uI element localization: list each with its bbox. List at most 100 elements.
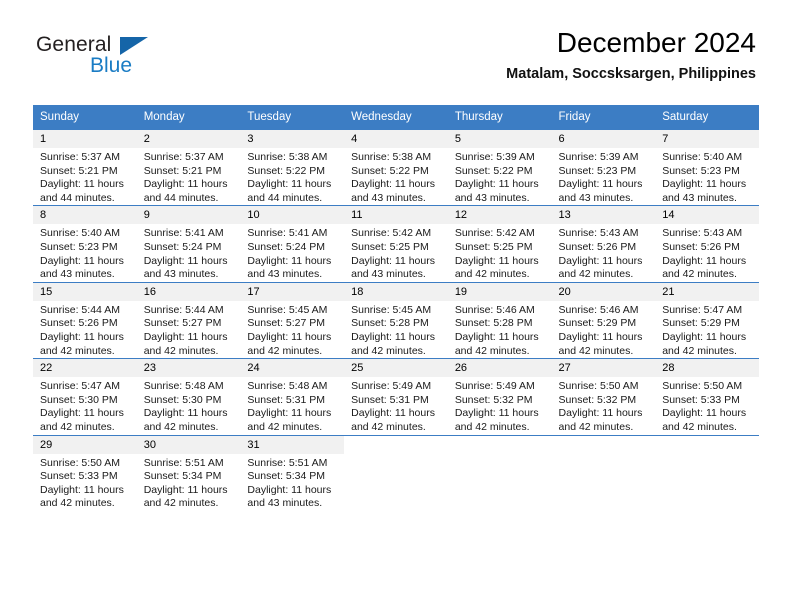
calendar-grid: Sunday Monday Tuesday Wednesday Thursday…: [33, 105, 759, 511]
day-cell[interactable]: 19 Sunrise: 5:46 AM Sunset: 5:28 PM Dayligh…: [447, 281, 552, 359]
sunset-text: Sunset: 5:25 PM: [454, 240, 533, 253]
day-cell[interactable]: 31 Sunrise: 5:51 AM Sunset: 5:34 PM Dayligh…: [240, 434, 345, 511]
day-number: 23: [136, 359, 241, 378]
sunrise-text: Sunrise: 5:46 AM: [558, 303, 639, 316]
day-cell[interactable]: 3 Sunrise: 5:38 AM Sunset: 5:22 PM Daylight…: [240, 128, 345, 206]
week-row: 22 Sunrise: 5:47 AM Sunset: 5:30 PM Dayligh…: [33, 358, 759, 435]
sunset-text: Sunset: 5:22 PM: [351, 164, 429, 177]
daylight-text: Daylight: 11 hours and 42 minutes.: [558, 254, 643, 281]
day-cell[interactable]: 23 Sunrise: 5:48 AM Sunset: 5:30 PM Dayligh…: [136, 358, 241, 435]
sunrise-text: Sunrise: 5:37 AM: [40, 151, 120, 163]
sunrise-text: Sunrise: 5:37 AM: [143, 151, 224, 163]
day-cell[interactable]: 10 Sunrise: 5:41 AM Sunset: 5:24 PM Dayligh…: [240, 205, 345, 283]
sunrise-text: Sunrise: 5:48 AM: [143, 380, 224, 393]
day-cell[interactable]: 22 Sunrise: 5:47 AM Sunset: 5:30 PM Dayligh…: [33, 358, 137, 435]
day-cell[interactable]: 17 Sunrise: 5:45 AM Sunset: 5:27 PM Dayligh…: [240, 281, 345, 359]
day-cell[interactable]: 13 Sunrise: 5:43 AM Sunset: 5:26 PM Dayligh…: [551, 205, 656, 283]
sunset-text: Sunset: 5:30 PM: [143, 393, 222, 406]
daylight-text: Daylight: 11 hours and 43 minutes.: [143, 254, 228, 281]
day-number: 5: [447, 130, 552, 148]
daylight-text: Daylight: 11 hours and 43 minutes.: [40, 254, 124, 281]
day-cell[interactable]: 7 Sunrise: 5:40 AM Sunset: 5:23 PM Daylight…: [655, 128, 759, 206]
day-cell[interactable]: 8 Sunrise: 5:40 AM Sunset: 5:23 PM Daylight…: [33, 205, 137, 283]
daylight-text: Daylight: 11 hours and 43 minutes.: [247, 483, 332, 510]
day-number: 18: [344, 282, 448, 301]
sunset-text: Sunset: 5:23 PM: [40, 240, 118, 253]
sunset-text: Sunset: 5:27 PM: [247, 317, 326, 330]
sunrise-text: Sunrise: 5:42 AM: [454, 227, 535, 240]
day-number: 7: [655, 130, 759, 148]
daylight-text: Daylight: 11 hours and 42 minutes.: [40, 407, 124, 433]
day-cell-empty: [551, 434, 656, 511]
day-cell[interactable]: 24 Sunrise: 5:48 AM Sunset: 5:31 PM Dayligh…: [240, 358, 345, 435]
day-cell[interactable]: 6 Sunrise: 5:39 AM Sunset: 5:23 PM Daylight…: [551, 128, 656, 206]
day-cell[interactable]: 11 Sunrise: 5:42 AM Sunset: 5:25 PM Dayligh…: [344, 205, 448, 283]
weekday-header-row: Sunday Monday Tuesday Wednesday Thursday…: [33, 105, 759, 130]
weekday-header-friday: Friday: [551, 105, 656, 130]
week-row: 29 Sunrise: 5:50 AM Sunset: 5:33 PM Dayligh…: [33, 434, 759, 511]
day-cell[interactable]: 27 Sunrise: 5:50 AM Sunset: 5:32 PM Dayligh…: [551, 358, 656, 435]
day-cell[interactable]: 29 Sunrise: 5:50 AM Sunset: 5:33 PM Dayligh…: [33, 434, 137, 511]
day-cell[interactable]: 21 Sunrise: 5:47 AM Sunset: 5:29 PM Dayligh…: [655, 281, 759, 359]
day-cell[interactable]: 9 Sunrise: 5:41 AM Sunset: 5:24 PM Daylight…: [136, 205, 241, 283]
sunrise-text: Sunrise: 5:45 AM: [351, 303, 432, 316]
day-number: 6: [551, 130, 656, 148]
day-cell[interactable]: 4 Sunrise: 5:38 AM Sunset: 5:22 PM Daylight…: [344, 128, 448, 206]
calendar-body: 1 Sunrise: 5:37 AM Sunset: 5:21 PM Daylight…: [33, 128, 759, 511]
day-cell[interactable]: 28 Sunrise: 5:50 AM Sunset: 5:33 PM Dayligh…: [655, 358, 759, 435]
day-cell[interactable]: 18 Sunrise: 5:45 AM Sunset: 5:28 PM Dayligh…: [344, 281, 448, 359]
sunset-text: Sunset: 5:22 PM: [247, 164, 326, 177]
sunset-text: Sunset: 5:29 PM: [662, 317, 740, 330]
sunrise-text: Sunrise: 5:43 AM: [662, 227, 743, 240]
day-cell[interactable]: 16 Sunrise: 5:44 AM Sunset: 5:27 PM Dayligh…: [136, 281, 241, 359]
day-cell[interactable]: 2 Sunrise: 5:37 AM Sunset: 5:21 PM Daylight…: [136, 128, 241, 206]
daylight-text: Daylight: 11 hours and 42 minutes.: [454, 254, 539, 281]
daylight-text: Daylight: 11 hours and 43 minutes.: [351, 178, 435, 204]
day-cell[interactable]: 1 Sunrise: 5:37 AM Sunset: 5:21 PM Daylight…: [33, 128, 137, 206]
daylight-text: Daylight: 11 hours and 43 minutes.: [662, 178, 747, 204]
day-number: 4: [344, 130, 448, 148]
sunset-text: Sunset: 5:26 PM: [558, 240, 637, 253]
sunset-text: Sunset: 5:29 PM: [558, 317, 637, 330]
sunset-text: Sunset: 5:26 PM: [40, 317, 118, 330]
day-number: 8: [33, 206, 137, 225]
week-row: 15 Sunrise: 5:44 AM Sunset: 5:26 PM Dayligh…: [33, 281, 759, 359]
sunrise-text: Sunrise: 5:51 AM: [143, 456, 224, 469]
day-number: 12: [447, 206, 552, 225]
sunset-text: Sunset: 5:34 PM: [143, 470, 222, 483]
brand-logo[interactable]: General Blue: [36, 33, 236, 85]
day-cell[interactable]: 15 Sunrise: 5:44 AM Sunset: 5:26 PM Dayligh…: [33, 281, 137, 359]
daylight-text: Daylight: 11 hours and 44 minutes.: [247, 178, 332, 204]
daylight-text: Daylight: 11 hours and 42 minutes.: [351, 330, 435, 357]
day-number: 13: [551, 206, 656, 225]
day-cell[interactable]: 5 Sunrise: 5:39 AM Sunset: 5:22 PM Daylight…: [447, 128, 552, 206]
daylight-text: Daylight: 11 hours and 42 minutes.: [558, 407, 643, 433]
day-number: 29: [33, 435, 137, 454]
day-cell[interactable]: 12 Sunrise: 5:42 AM Sunset: 5:25 PM Dayligh…: [447, 205, 552, 283]
triangle-icon: [120, 37, 148, 55]
sunrise-text: Sunrise: 5:41 AM: [143, 227, 224, 240]
calendar-page: General Blue December 2024 Matalam, Socc…: [0, 0, 792, 612]
day-number: 3: [240, 130, 345, 148]
day-cell[interactable]: 26 Sunrise: 5:49 AM Sunset: 5:32 PM Dayligh…: [447, 358, 552, 435]
sunset-text: Sunset: 5:26 PM: [662, 240, 740, 253]
daylight-text: Daylight: 11 hours and 42 minutes.: [662, 407, 747, 433]
sunrise-text: Sunrise: 5:41 AM: [247, 227, 328, 240]
sunset-text: Sunset: 5:33 PM: [40, 470, 118, 483]
day-number: 1: [33, 130, 137, 148]
day-number: [447, 435, 552, 454]
daylight-text: Daylight: 11 hours and 44 minutes.: [143, 178, 228, 204]
sunrise-text: Sunrise: 5:38 AM: [247, 151, 328, 163]
weekday-header-sunday: Sunday: [33, 105, 137, 130]
sunset-text: Sunset: 5:21 PM: [143, 164, 222, 177]
day-cell[interactable]: 20 Sunrise: 5:46 AM Sunset: 5:29 PM Dayligh…: [551, 281, 656, 359]
sunset-text: Sunset: 5:34 PM: [247, 470, 326, 483]
day-cell[interactable]: 25 Sunrise: 5:49 AM Sunset: 5:31 PM Dayligh…: [344, 358, 448, 435]
sunset-text: Sunset: 5:23 PM: [558, 164, 637, 177]
day-cell[interactable]: 14 Sunrise: 5:43 AM Sunset: 5:26 PM Dayligh…: [655, 205, 759, 283]
day-cell[interactable]: 30 Sunrise: 5:51 AM Sunset: 5:34 PM Dayligh…: [136, 434, 241, 511]
day-number: 30: [136, 435, 241, 454]
sunrise-text: Sunrise: 5:44 AM: [40, 303, 120, 316]
daylight-text: Daylight: 11 hours and 42 minutes.: [143, 330, 228, 357]
day-number: 17: [240, 282, 345, 301]
